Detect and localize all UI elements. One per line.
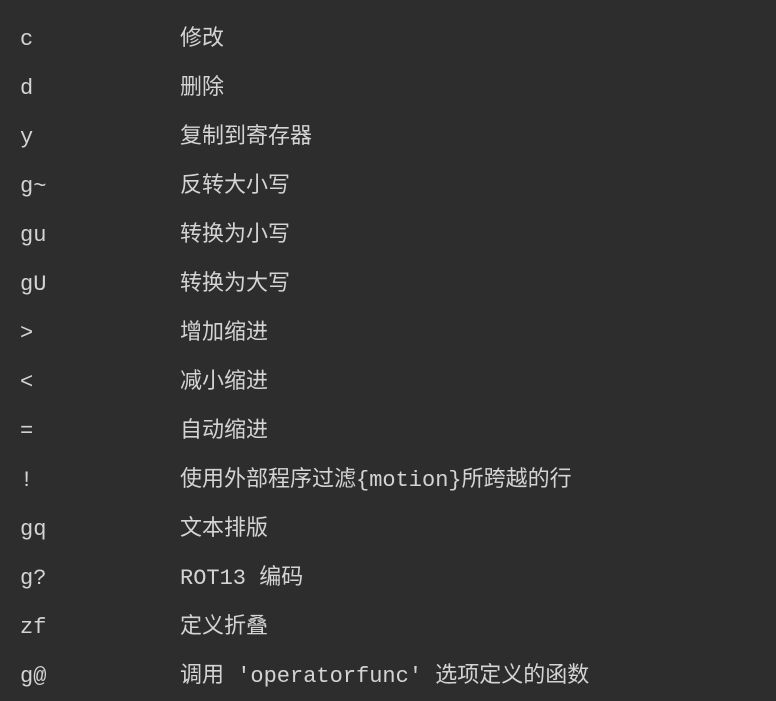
table-row: gq 文本排版	[20, 505, 756, 554]
operator-command: zf	[20, 603, 180, 652]
operator-command: d	[20, 64, 180, 113]
operator-command: g?	[20, 554, 180, 603]
operator-description: 反转大小写	[180, 162, 756, 211]
table-row: g~ 反转大小写	[20, 162, 756, 211]
operator-description: 自动缩进	[180, 407, 756, 456]
operator-command: gq	[20, 505, 180, 554]
operator-command: !	[20, 456, 180, 505]
table-row: > 增加缩进	[20, 309, 756, 358]
operator-description: ROT13 编码	[180, 554, 756, 603]
operator-description: 复制到寄存器	[180, 113, 756, 162]
table-row: = 自动缩进	[20, 407, 756, 456]
operator-table: c 修改 d 删除 y 复制到寄存器 g~ 反转大小写 gu 转换为小写 gU …	[20, 15, 756, 701]
operator-description: 增加缩进	[180, 309, 756, 358]
operator-description: 定义折叠	[180, 603, 756, 652]
table-row: c 修改	[20, 15, 756, 64]
operator-command: >	[20, 309, 180, 358]
operator-description: 减小缩进	[180, 358, 756, 407]
operator-description: 删除	[180, 64, 756, 113]
operator-description: 文本排版	[180, 505, 756, 554]
operator-command: gU	[20, 260, 180, 309]
operator-command: c	[20, 15, 180, 64]
table-row: d 删除	[20, 64, 756, 113]
operator-description: 修改	[180, 15, 756, 64]
operator-command: y	[20, 113, 180, 162]
table-row: gU 转换为大写	[20, 260, 756, 309]
table-row: < 减小缩进	[20, 358, 756, 407]
operator-description: 使用外部程序过滤{motion}所跨越的行	[180, 456, 756, 505]
operator-command: g~	[20, 162, 180, 211]
operator-command: =	[20, 407, 180, 456]
table-row: y 复制到寄存器	[20, 113, 756, 162]
table-row: gu 转换为小写	[20, 211, 756, 260]
operator-command: <	[20, 358, 180, 407]
operator-command: gu	[20, 211, 180, 260]
table-row: g? ROT13 编码	[20, 554, 756, 603]
table-row: ! 使用外部程序过滤{motion}所跨越的行	[20, 456, 756, 505]
operator-description: 转换为小写	[180, 211, 756, 260]
operator-description: 转换为大写	[180, 260, 756, 309]
table-row: zf 定义折叠	[20, 603, 756, 652]
